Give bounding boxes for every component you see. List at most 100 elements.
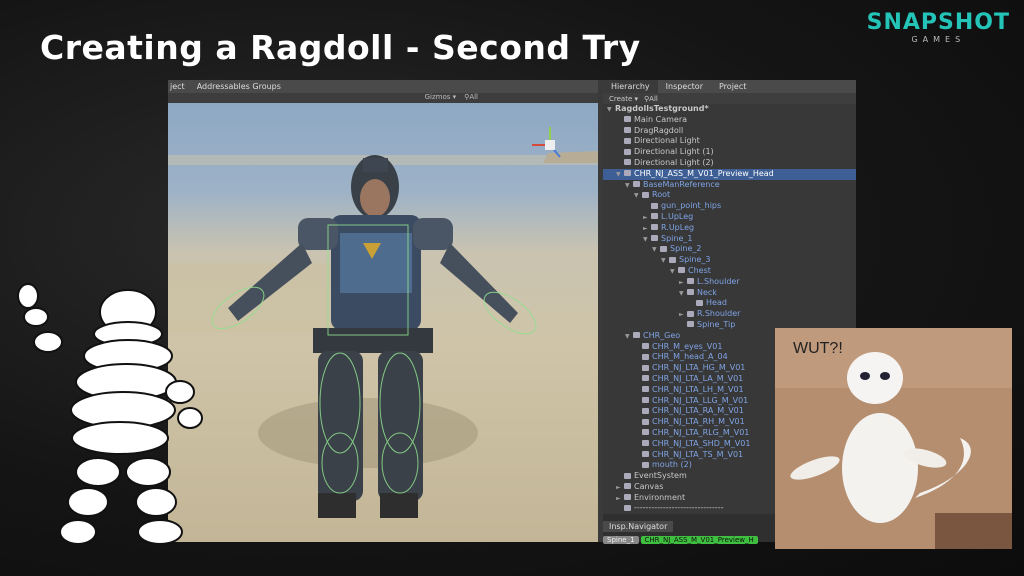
gameobject-icon: [687, 310, 694, 317]
hierarchy-row-label: Main Camera: [634, 114, 688, 124]
gameobject-icon: [624, 148, 631, 155]
gameobject-icon: [651, 213, 658, 220]
hierarchy-row-label: CHR_NJ_LTA_RLG_M_V01: [652, 427, 750, 437]
hierarchy-row[interactable]: ▼ RagdollsTestground*: [603, 104, 856, 115]
hierarchy-row[interactable]: ▼ Spine_2: [603, 244, 856, 255]
gameobject-icon: [624, 504, 631, 511]
gameobject-icon: [642, 343, 649, 350]
hierarchy-row[interactable]: Main Camera: [603, 115, 856, 126]
hierarchy-row[interactable]: DragRagdoll: [603, 126, 856, 137]
hierarchy-row-label: Directional Light (1): [634, 147, 714, 157]
hierarchy-row-label: L.Shoulder: [697, 276, 740, 286]
persian-cat-illustration: [775, 328, 1012, 549]
gameobject-icon: [696, 299, 703, 306]
gameobject-icon: [660, 245, 667, 252]
gameobject-icon: [633, 332, 640, 339]
gameobject-icon: [669, 256, 676, 263]
hierarchy-row[interactable]: ▼ Chest: [603, 266, 856, 277]
meme-image: WUT?!: [775, 328, 1012, 549]
scene-toolbar: Gizmos ▾ ⚲All: [168, 93, 598, 103]
hierarchy-row-label: EventSystem: [634, 471, 687, 481]
hierarchy-row[interactable]: gun_point_hips: [603, 201, 856, 212]
hierarchy-row-label: Directional Light (2): [634, 157, 714, 167]
hierarchy-tab-bar: Hierarchy Inspector Project: [603, 80, 856, 93]
hierarchy-row[interactable]: ► L.UpLeg: [603, 212, 856, 223]
scene-search-field[interactable]: ⚲All: [464, 93, 478, 103]
hierarchy-row-label: CHR_NJ_LTA_TS_M_V01: [652, 449, 744, 459]
gameobject-icon: [687, 321, 694, 328]
hierarchy-row[interactable]: ▼ Neck: [603, 288, 856, 299]
gameobject-icon: [687, 278, 694, 285]
snapshot-games-logo: SNAPSHOT GAMES: [867, 10, 1010, 44]
gameobject-icon: [642, 418, 649, 425]
hierarchy-row[interactable]: ► R.UpLeg: [603, 223, 856, 234]
gameobject-icon: [633, 181, 640, 188]
scene-orientation-gizmo[interactable]: [530, 125, 570, 165]
hierarchy-row-label: Spine_3: [679, 255, 711, 265]
gameobject-icon: [624, 137, 631, 144]
gameobject-icon: [678, 267, 685, 274]
gameobject-icon: [624, 116, 631, 123]
hierarchy-row-label: Canvas: [634, 481, 664, 491]
hierarchy-row-label: Directional Light: [634, 136, 700, 146]
gameobject-icon: [624, 170, 631, 177]
hierarchy-row-label: R.Shoulder: [697, 309, 741, 319]
tab-project-partial[interactable]: ject: [170, 82, 185, 91]
hierarchy-row-label: Spine_2: [670, 244, 702, 254]
tab-insp-navigator[interactable]: Insp.Navigator: [603, 521, 674, 532]
hierarchy-row-label: Root: [652, 190, 671, 200]
slide-title: Creating a Ragdoll - Second Try: [40, 28, 641, 67]
hierarchy-row-label: -------------------------------: [634, 503, 724, 513]
tab-project[interactable]: Project: [711, 80, 754, 93]
hierarchy-row[interactable]: ▼ Spine_1: [603, 234, 856, 245]
hierarchy-row-label: DragRagdoll: [634, 125, 684, 135]
gameobject-icon: [624, 483, 631, 490]
tab-addressables-groups[interactable]: Addressables Groups: [197, 82, 281, 91]
gameobject-icon: [642, 407, 649, 414]
hierarchy-row-label: BaseManReference: [643, 179, 720, 189]
hierarchy-row-label: RagdollsTestground*: [615, 104, 709, 113]
tab-inspector[interactable]: Inspector: [658, 80, 711, 93]
gameobject-icon: [624, 472, 631, 479]
hierarchy-row[interactable]: Directional Light: [603, 136, 856, 147]
navigator-crumb[interactable]: Spine_1: [603, 536, 639, 544]
hierarchy-row[interactable]: ► R.Shoulder: [603, 309, 856, 320]
scene-viewport[interactable]: [168, 103, 598, 542]
gameobject-icon: [642, 397, 649, 404]
create-dropdown[interactable]: Create ▾: [609, 95, 638, 103]
gameobject-icon: [642, 191, 649, 198]
hierarchy-row-label: Neck: [697, 287, 717, 297]
hierarchy-row-label: Chest: [688, 265, 711, 275]
hierarchy-row[interactable]: ▼ Root: [603, 190, 856, 201]
gameobject-icon: [651, 224, 658, 231]
gameobject-icon: [642, 429, 649, 436]
navigator-crumb[interactable]: CHR_NJ_ASS_M_V01_Preview_H: [640, 536, 758, 544]
hierarchy-row-label: CHR_Geo: [643, 330, 681, 340]
hierarchy-row[interactable]: ▼ BaseManReference: [603, 180, 856, 191]
hierarchy-row[interactable]: ▼ CHR_NJ_ASS_M_V01_Preview_Head: [603, 168, 856, 180]
tab-hierarchy[interactable]: Hierarchy: [603, 80, 658, 93]
gameobject-icon: [642, 386, 649, 393]
logo-main-text: SNAPSHOT: [866, 10, 1010, 35]
hierarchy-row-label: CHR_NJ_LTA_LH_M_V01: [652, 384, 744, 394]
hierarchy-row-label: CHR_NJ_LTA_SHD_M_V01: [652, 438, 751, 448]
hierarchy-search-field[interactable]: ⚲All: [644, 95, 658, 103]
hierarchy-row-label: R.UpLeg: [661, 222, 695, 232]
gizmos-dropdown[interactable]: Gizmos ▾: [425, 93, 457, 103]
hierarchy-toolbar: Create ▾ ⚲All: [603, 93, 856, 104]
hierarchy-row-label: Environment: [634, 492, 686, 502]
gameobject-icon: [651, 202, 658, 209]
hierarchy-row-label: CHR_NJ_LTA_RH_M_V01: [652, 417, 745, 427]
hierarchy-row[interactable]: Directional Light (2): [603, 158, 856, 169]
hierarchy-row[interactable]: ► L.Shoulder: [603, 277, 856, 288]
hierarchy-row-label: gun_point_hips: [661, 201, 722, 211]
gameobject-icon: [651, 235, 658, 242]
hierarchy-row[interactable]: Head: [603, 298, 856, 309]
gameobject-icon: [624, 159, 631, 166]
hierarchy-row[interactable]: Directional Light (1): [603, 147, 856, 158]
hierarchy-row-label: CHR_NJ_LTA_RA_M_V01: [652, 406, 744, 416]
scene-tab-bar: ject Addressables Groups: [168, 80, 598, 93]
hierarchy-row-label: CHR_NJ_LTA_LLG_M_V01: [652, 395, 749, 405]
michelin-man-illustration: [8, 282, 208, 564]
hierarchy-row[interactable]: ▼ Spine_3: [603, 255, 856, 266]
